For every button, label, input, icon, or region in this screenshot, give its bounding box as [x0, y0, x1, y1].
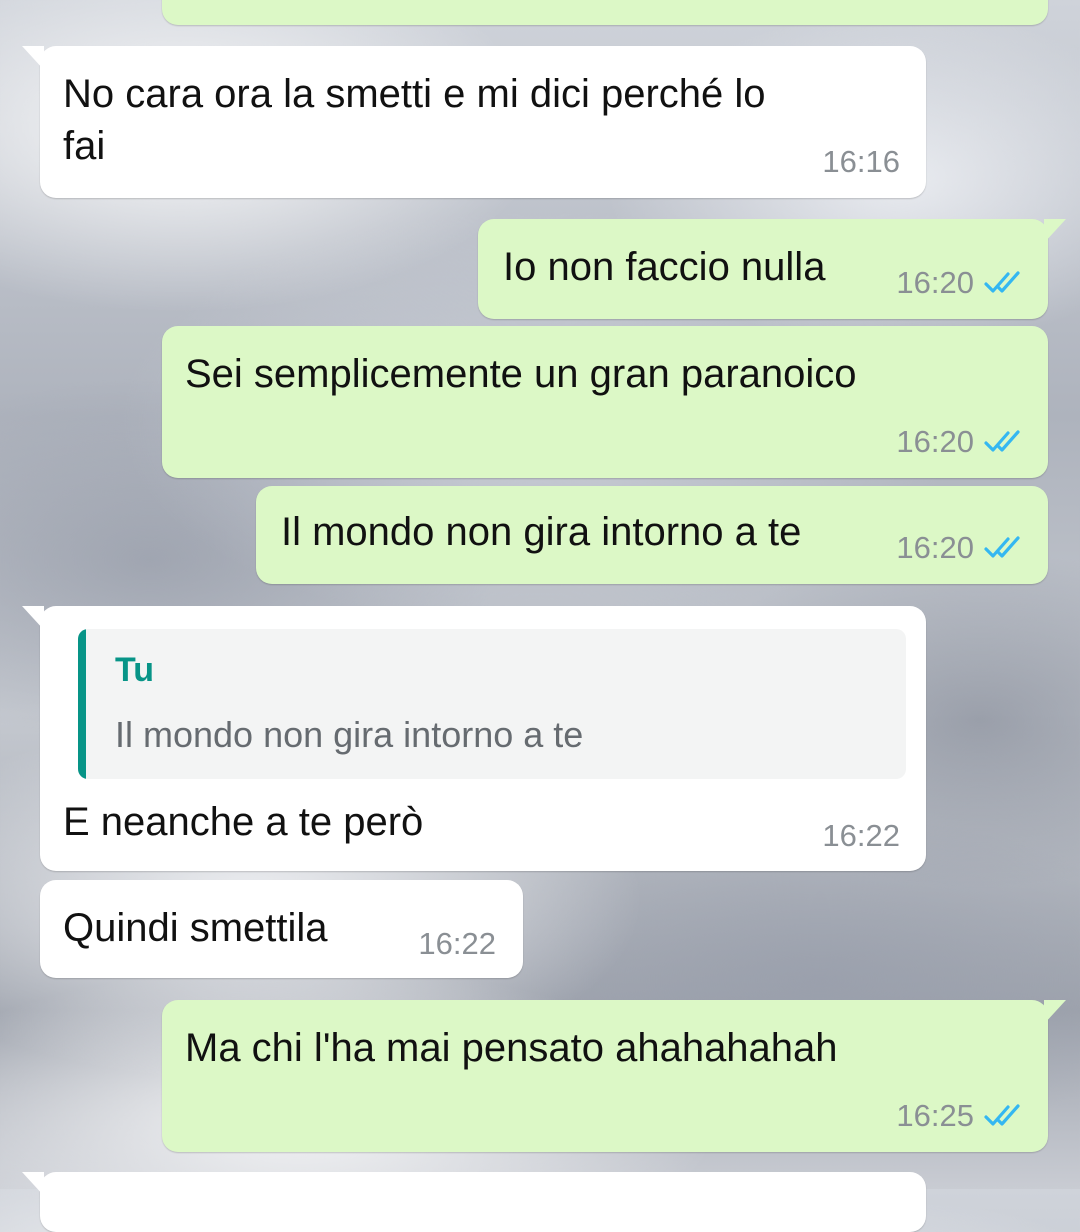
message-meta: 16:22 — [822, 818, 900, 854]
message-text: Quindi smettila — [63, 906, 328, 950]
message-bubble-partial[interactable] — [162, 0, 1048, 25]
message-text: No cara ora la smetti e mi dici perché l… — [63, 72, 766, 168]
message-bubble-outgoing[interactable]: Ma chi l'ha mai pensato ahahahahah 16:25 — [162, 1000, 1066, 1152]
quote-author: Tu — [115, 651, 155, 689]
message-text: E neanche a te però — [63, 800, 424, 844]
message-bubble-outgoing[interactable]: Sei semplicemente un gran paranoico 16:2… — [162, 326, 1048, 478]
message-bubble-incoming[interactable]: Tu Il mondo non gira intorno a te E nean… — [22, 606, 926, 871]
message-bubble-outgoing[interactable]: Il mondo non gira intorno a te 16:20 — [256, 486, 1048, 584]
read-double-check-icon — [984, 536, 1020, 558]
message-bubble-partial[interactable] — [22, 1172, 926, 1232]
message-bubble-outgoing[interactable]: Io non faccio nulla 16:20 — [478, 219, 1066, 319]
message-meta: 16:20 — [896, 530, 1026, 566]
message-meta: 16:22 — [418, 926, 496, 962]
bubble-tail — [22, 606, 44, 630]
read-double-check-icon — [984, 430, 1020, 452]
message-text: Sei semplicemente un gran paranoico — [185, 352, 857, 396]
message-bubble-incoming[interactable]: Quindi smettila 16:22 — [40, 880, 523, 978]
message-time: 16:20 — [896, 265, 974, 300]
message-meta: 16:20 — [896, 265, 1026, 301]
bubble-tail — [22, 1172, 44, 1196]
bubble-tail — [1044, 219, 1066, 243]
chat-area[interactable]: No cara ora la smetti e mi dici perché l… — [0, 0, 1080, 1232]
quote-accent-bar — [78, 629, 86, 779]
message-time: 16:20 — [896, 530, 974, 565]
message-text: Ma chi l'ha mai pensato ahahahahah — [185, 1026, 838, 1070]
message-time: 16:22 — [822, 818, 900, 853]
quote-text: Il mondo non gira intorno a te — [115, 714, 584, 755]
bubble-tail — [1044, 1000, 1066, 1024]
message-time: 16:22 — [418, 926, 496, 961]
message-meta: 16:16 — [822, 144, 900, 180]
read-double-check-icon — [984, 271, 1020, 293]
message-time: 16:16 — [822, 144, 900, 179]
message-bubble-incoming[interactable]: No cara ora la smetti e mi dici perché l… — [22, 46, 926, 198]
message-meta: 16:20 — [896, 424, 1026, 460]
read-double-check-icon — [984, 1104, 1020, 1126]
bubble-tail — [22, 46, 44, 70]
message-text: Il mondo non gira intorno a te — [281, 510, 802, 554]
message-time: 16:20 — [896, 424, 974, 459]
message-text: Io non faccio nulla — [503, 245, 826, 289]
message-time: 16:25 — [896, 1098, 974, 1133]
message-meta: 16:25 — [896, 1098, 1026, 1134]
reply-quote[interactable]: Tu Il mondo non gira intorno a te — [78, 629, 906, 779]
